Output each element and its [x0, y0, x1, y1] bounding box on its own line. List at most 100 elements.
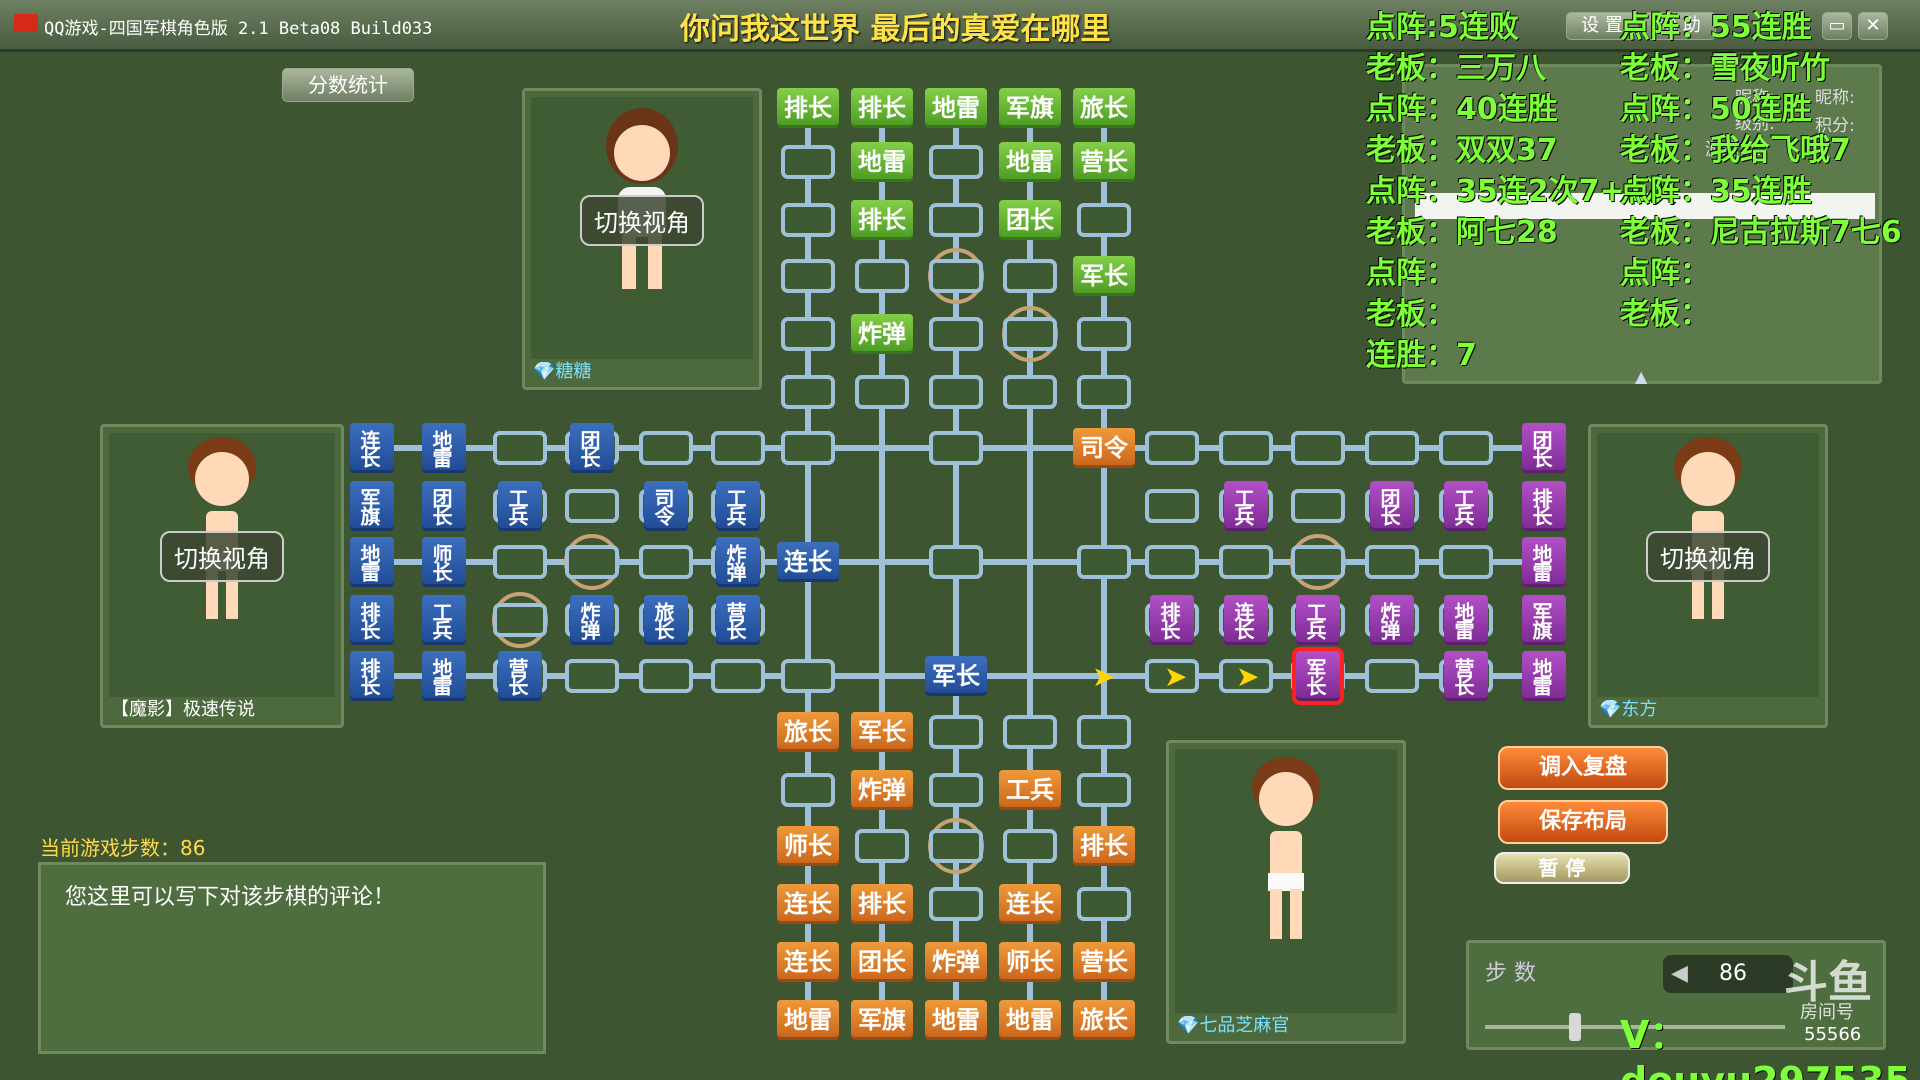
board-cell[interactable] [929, 145, 983, 179]
board-cell[interactable] [565, 489, 619, 523]
chess-piece-green[interactable]: 地雷 [999, 142, 1061, 182]
chess-piece-purple[interactable]: 炸弹 [1370, 595, 1414, 645]
chess-piece-green[interactable]: 地雷 [851, 142, 913, 182]
chess-piece-purple[interactable]: 排长 [1150, 595, 1194, 645]
board-cell[interactable] [781, 773, 835, 807]
chess-piece-orange[interactable]: 旅长 [1073, 1000, 1135, 1040]
chess-piece-blue[interactable]: 连长 [350, 423, 394, 473]
board-cell[interactable] [1439, 545, 1493, 579]
chess-piece-green[interactable]: 旅长 [1073, 88, 1135, 128]
board-cell[interactable] [855, 375, 909, 409]
chess-piece-purple[interactable]: 工兵 [1224, 481, 1268, 531]
chess-piece-purple[interactable]: 地雷 [1522, 651, 1566, 701]
chess-piece-purple[interactable]: 军旗 [1522, 595, 1566, 645]
chess-piece-orange[interactable]: 地雷 [777, 1000, 839, 1040]
board-cell[interactable] [929, 259, 983, 293]
board-cell[interactable] [1145, 431, 1199, 465]
board-cell[interactable] [1077, 773, 1131, 807]
chess-piece-orange[interactable]: 工兵 [999, 770, 1061, 810]
comment-box[interactable]: 您这里可以写下对该步棋的评论！ [38, 862, 546, 1054]
chess-piece-purple[interactable]: 营长 [1444, 651, 1488, 701]
chess-piece-purple[interactable]: 团长 [1370, 481, 1414, 531]
board-cell[interactable] [781, 659, 835, 693]
board-cell[interactable] [1365, 545, 1419, 579]
chess-piece-purple[interactable]: 连长 [1224, 595, 1268, 645]
chess-piece-orange[interactable]: 军长 [851, 712, 913, 752]
board-cell[interactable] [639, 545, 693, 579]
board-cell[interactable] [1365, 431, 1419, 465]
board-cell[interactable] [639, 659, 693, 693]
chess-piece-purple[interactable]: 排长 [1522, 481, 1566, 531]
board-cell[interactable] [1291, 489, 1345, 523]
board-cell[interactable] [1077, 203, 1131, 237]
chess-piece-orange[interactable]: 地雷 [999, 1000, 1061, 1040]
chess-piece-orange[interactable]: 师长 [777, 826, 839, 866]
chess-piece-orange[interactable]: 连长 [777, 942, 839, 982]
board-cell[interactable] [711, 431, 765, 465]
chess-piece-blue[interactable]: 团长 [422, 481, 466, 531]
board-cell[interactable] [1077, 375, 1131, 409]
chess-piece-green[interactable]: 营长 [1073, 142, 1135, 182]
chess-piece-green[interactable]: 炸弹 [851, 314, 913, 354]
board-cell[interactable] [1003, 317, 1057, 351]
chess-piece-green[interactable]: 排长 [851, 88, 913, 128]
chess-piece-purple[interactable]: 地雷 [1444, 595, 1488, 645]
board-cell[interactable] [1439, 431, 1493, 465]
board-cell[interactable] [1219, 431, 1273, 465]
board-cell[interactable] [711, 659, 765, 693]
board-cell[interactable] [1003, 715, 1057, 749]
chess-piece-orange[interactable]: 连长 [999, 884, 1061, 924]
chess-piece-orange[interactable]: 炸弹 [925, 942, 987, 982]
board-cell[interactable] [929, 375, 983, 409]
chess-piece-purple[interactable]: 工兵 [1296, 595, 1340, 645]
chess-piece-blue[interactable]: 司令 [644, 481, 688, 531]
board-cell[interactable] [493, 431, 547, 465]
pause-button[interactable]: 暂 停 [1494, 852, 1630, 884]
board-cell[interactable] [1077, 887, 1131, 921]
chess-piece-blue[interactable]: 营长 [716, 595, 760, 645]
board-cell[interactable] [929, 545, 983, 579]
chess-piece-orange[interactable]: 营长 [1073, 942, 1135, 982]
board-cell[interactable] [639, 431, 693, 465]
chess-piece-blue[interactable]: 军长 [925, 656, 987, 696]
board-cell[interactable] [565, 545, 619, 579]
board-cell[interactable] [1003, 829, 1057, 863]
board-cell[interactable] [1145, 489, 1199, 523]
chess-piece-blue[interactable]: 地雷 [350, 537, 394, 587]
board-cell[interactable] [929, 203, 983, 237]
chess-piece-blue[interactable]: 排长 [350, 651, 394, 701]
chess-piece-blue[interactable]: 地雷 [422, 423, 466, 473]
chess-piece-orange[interactable]: 地雷 [925, 1000, 987, 1040]
switch-view-button-left[interactable]: 切换视角 [160, 531, 284, 582]
chess-piece-orange[interactable]: 司令 [1073, 428, 1135, 468]
board-cell[interactable] [493, 603, 547, 637]
board-cell[interactable] [929, 829, 983, 863]
chess-piece-green[interactable]: 排长 [777, 88, 839, 128]
chess-piece-blue[interactable]: 工兵 [498, 481, 542, 531]
chess-piece-orange[interactable]: 旅长 [777, 712, 839, 752]
chess-piece-blue[interactable]: 地雷 [422, 651, 466, 701]
chess-piece-green[interactable]: 军旗 [999, 88, 1061, 128]
board-cell[interactable] [1291, 545, 1345, 579]
chess-piece-purple[interactable]: 地雷 [1522, 537, 1566, 587]
board-cell[interactable] [781, 317, 835, 351]
board-cell[interactable] [1077, 317, 1131, 351]
chess-piece-purple[interactable]: 工兵 [1444, 481, 1488, 531]
chess-piece-orange[interactable]: 连长 [777, 884, 839, 924]
board-cell[interactable] [855, 829, 909, 863]
steps-stepper[interactable]: ◀ 86 [1663, 955, 1793, 993]
board-cell[interactable] [565, 659, 619, 693]
board-cell[interactable] [1365, 659, 1419, 693]
board-cell[interactable] [1077, 545, 1131, 579]
save-layout-button[interactable]: 保存布局 [1498, 800, 1668, 844]
board-cell[interactable] [929, 773, 983, 807]
board-cell[interactable] [1077, 715, 1131, 749]
chess-piece-blue[interactable]: 工兵 [422, 595, 466, 645]
board-cell[interactable] [1003, 375, 1057, 409]
chess-piece-orange[interactable]: 排长 [851, 884, 913, 924]
chess-piece-blue[interactable]: 工兵 [716, 481, 760, 531]
chess-piece-orange[interactable]: 团长 [851, 942, 913, 982]
chess-piece-orange[interactable]: 排长 [1073, 826, 1135, 866]
chess-piece-blue[interactable]: 连长 [777, 542, 839, 582]
board-cell[interactable] [1291, 431, 1345, 465]
